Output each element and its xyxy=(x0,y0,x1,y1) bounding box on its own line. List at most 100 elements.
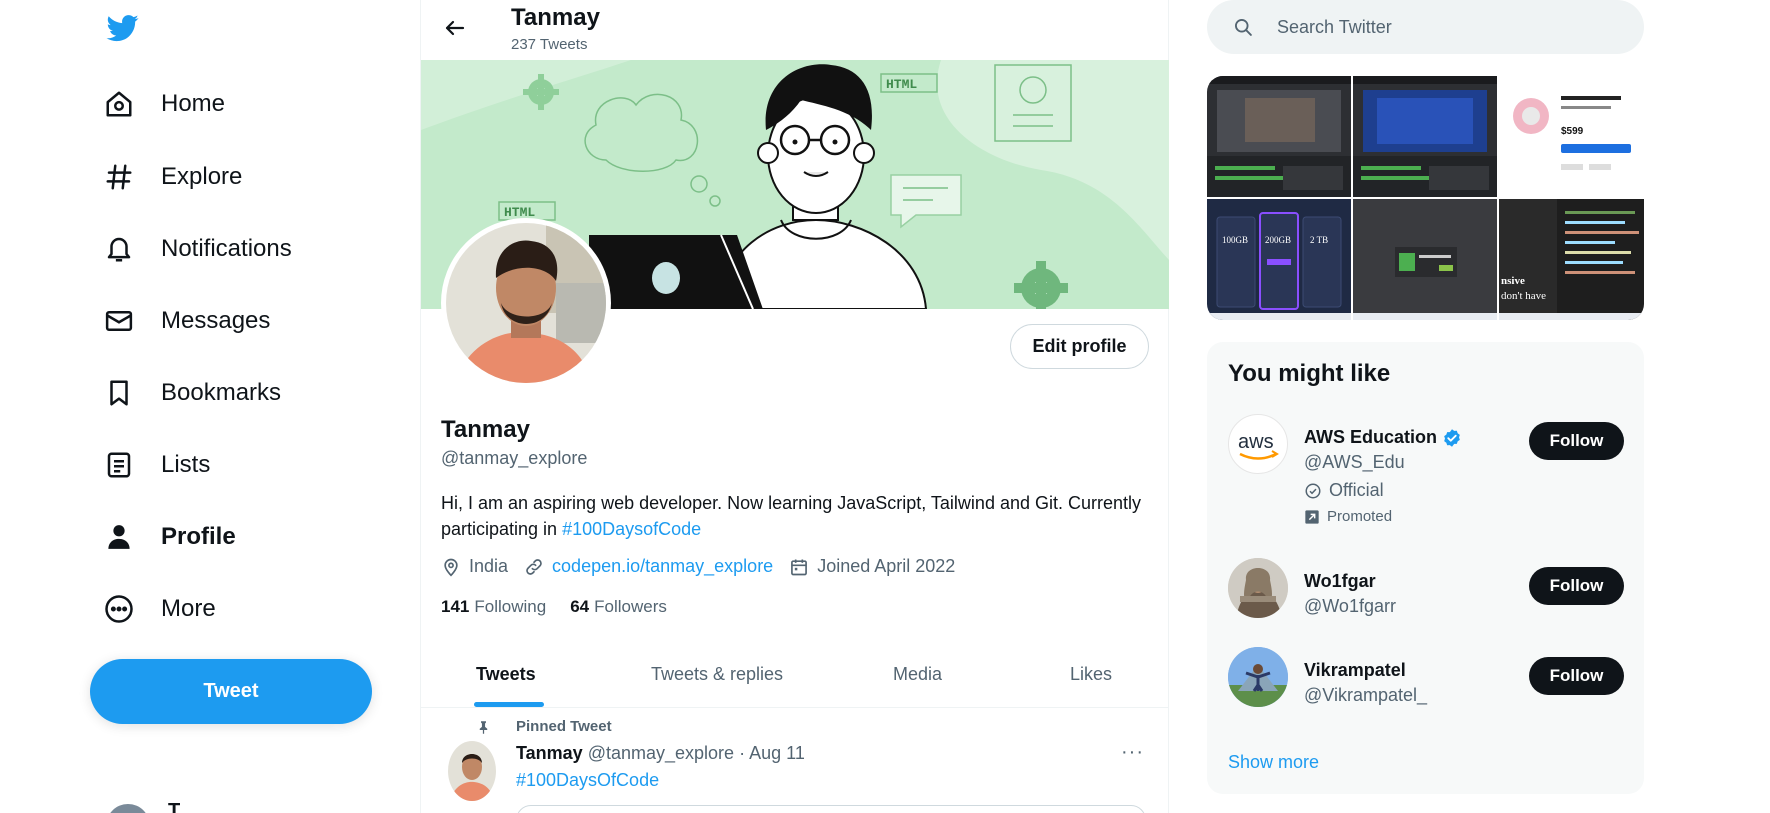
bio-text: Hi, I am an aspiring web developer. Now … xyxy=(441,493,1142,539)
profile-media-grid: $599 100GB 200GB 2 TB nsive don't have xyxy=(1207,76,1644,320)
aws-education-avatar[interactable]: aws xyxy=(1228,414,1288,474)
media-thumb-1[interactable] xyxy=(1207,76,1351,197)
tweet-author-avatar[interactable] xyxy=(448,741,496,801)
promoted-label: Promoted xyxy=(1304,508,1392,525)
nav-more-label: More xyxy=(161,595,216,622)
tweet-meta-line: Tanmay @tanmay_explore · Aug 11 xyxy=(516,743,805,764)
nav-notifications[interactable]: Notifications xyxy=(104,229,292,269)
who-to-follow-panel: You might like aws AWS Education @AWS_Ed… xyxy=(1207,342,1644,794)
tweet-more-icon[interactable]: ··· xyxy=(1121,741,1144,764)
show-more-link[interactable]: Show more xyxy=(1228,752,1319,773)
joined-item: Joined April 2022 xyxy=(789,556,955,577)
tweet-author-name[interactable]: Tanmay xyxy=(516,743,583,763)
account-name-aws[interactable]: AWS Education xyxy=(1304,427,1462,448)
nav-lists-label: Lists xyxy=(161,451,211,478)
nav-explore[interactable]: Explore xyxy=(104,157,242,197)
account-handle-wo1fgar[interactable]: @Wo1fgarr xyxy=(1304,596,1396,617)
nav-bookmarks[interactable]: Bookmarks xyxy=(104,373,281,413)
search-input[interactable] xyxy=(1277,0,1617,54)
search-bar[interactable] xyxy=(1207,0,1644,54)
search-icon xyxy=(1235,19,1252,36)
nav-messages[interactable]: Messages xyxy=(104,301,270,341)
profile-photo xyxy=(446,223,606,383)
tweet-card[interactable] xyxy=(516,805,1146,813)
account-handle-vikrampatel[interactable]: @Vikrampatel_ xyxy=(1304,685,1427,706)
website-item: codepen.io/tanmay_explore xyxy=(524,556,773,577)
profile-meta: India codepen.io/tanmay_explore Joined A… xyxy=(441,556,971,577)
edit-profile-button[interactable]: Edit profile xyxy=(1010,324,1149,369)
bio-hashtag-link[interactable]: #100DaysofCode xyxy=(562,519,701,539)
nav-explore-label: Explore xyxy=(161,163,243,190)
back-arrow-icon[interactable] xyxy=(443,16,467,40)
official-text: Official xyxy=(1329,480,1384,500)
active-tab-indicator xyxy=(474,702,544,707)
nav-home[interactable]: Home xyxy=(104,84,225,124)
nav-messages-label: Messages xyxy=(161,307,271,334)
follow-counts: 141 Following 64 Followers xyxy=(441,597,691,617)
hashtag-icon xyxy=(106,164,132,190)
pin-icon xyxy=(479,721,488,734)
banner-tag-1: HTML xyxy=(886,77,917,92)
tweet-hashtag-link[interactable]: #100DaysOfCode xyxy=(516,770,659,791)
tab-media[interactable]: Media xyxy=(893,664,942,685)
bell-icon xyxy=(107,237,131,262)
follow-button-wo1fgar[interactable]: Follow xyxy=(1529,567,1624,605)
thumb-price: $599 xyxy=(1561,126,1584,137)
profile-name: Tanmay xyxy=(441,416,530,443)
left-sidebar: Home Explore Notifications Messages Book… xyxy=(0,0,420,813)
follow-button-vikrampatel[interactable]: Follow xyxy=(1529,657,1624,695)
tweet-button[interactable]: Tweet xyxy=(90,659,372,724)
profile-tabs: Tweets Tweets & replies Media Likes xyxy=(421,644,1169,708)
follow-button-aws[interactable]: Follow xyxy=(1529,422,1624,460)
media-thumb-5[interactable] xyxy=(1353,199,1497,320)
thumb-snippet-1: nsive xyxy=(1501,275,1525,287)
aws-logo-text: aws xyxy=(1238,431,1274,453)
wo1fgar-name-text: Wo1fgar xyxy=(1304,571,1376,591)
wo1fgar-avatar[interactable] xyxy=(1228,558,1288,618)
page-title: Tanmay xyxy=(511,4,600,31)
calendar-icon xyxy=(791,559,808,575)
profile-avatar[interactable] xyxy=(441,218,611,388)
pinned-tweet-label: Pinned Tweet xyxy=(479,718,612,735)
person-icon xyxy=(108,525,130,549)
official-label: Official xyxy=(1304,480,1384,501)
thumb-plan-1: 100GB xyxy=(1222,235,1248,245)
followers-link[interactable]: 64 Followers xyxy=(570,597,667,617)
tweet-author-handle[interactable]: @tanmay_explore xyxy=(588,743,734,763)
joined-text: Joined April 2022 xyxy=(817,556,956,576)
media-thumb-3[interactable]: $599 xyxy=(1499,76,1644,197)
tweet-count: 237 Tweets xyxy=(511,36,588,53)
profile-column: Tanmay 237 Tweets HTML HTML Edit profile… xyxy=(420,0,1169,813)
pinned-text: Pinned Tweet xyxy=(516,718,612,735)
location-item: India xyxy=(441,556,508,577)
account-name-vikrampatel[interactable]: Vikrampatel xyxy=(1304,660,1406,681)
media-thumb-6[interactable]: nsive don't have xyxy=(1499,199,1644,320)
account-name-wo1fgar[interactable]: Wo1fgar xyxy=(1304,571,1376,592)
twitter-bird-icon[interactable] xyxy=(104,12,142,44)
account-handle-aws[interactable]: @AWS_Edu xyxy=(1304,452,1405,473)
media-thumb-4[interactable]: 100GB 200GB 2 TB xyxy=(1207,199,1351,320)
vikrampatel-avatar[interactable] xyxy=(1228,647,1288,707)
nav-more[interactable]: More xyxy=(104,589,216,629)
who-to-follow-title: You might like xyxy=(1228,360,1391,387)
nav-home-label: Home xyxy=(161,90,226,117)
bookmark-icon xyxy=(110,380,128,406)
promoted-icon xyxy=(1305,509,1319,524)
followers-label: Followers xyxy=(594,597,667,616)
media-thumb-2[interactable] xyxy=(1353,76,1497,197)
tab-likes[interactable]: Likes xyxy=(1070,664,1112,685)
website-link[interactable]: codepen.io/tanmay_explore xyxy=(552,556,773,577)
profile-handle: @tanmay_explore xyxy=(441,448,588,468)
nav-profile[interactable]: Profile xyxy=(104,517,236,557)
tab-tweets-replies[interactable]: Tweets & replies xyxy=(651,664,783,685)
location-text: India xyxy=(469,556,509,576)
following-link[interactable]: 141 Following xyxy=(441,597,546,617)
tab-tweets[interactable]: Tweets xyxy=(476,664,536,685)
following-count: 141 xyxy=(441,597,470,616)
nav-lists[interactable]: Lists xyxy=(104,445,210,485)
tweet-date[interactable]: Aug 11 xyxy=(749,743,805,763)
nav-bookmarks-label: Bookmarks xyxy=(161,379,282,406)
verified-badge-icon xyxy=(1444,428,1460,447)
account-avatar[interactable] xyxy=(106,804,150,813)
account-name[interactable]: T xyxy=(168,800,180,813)
